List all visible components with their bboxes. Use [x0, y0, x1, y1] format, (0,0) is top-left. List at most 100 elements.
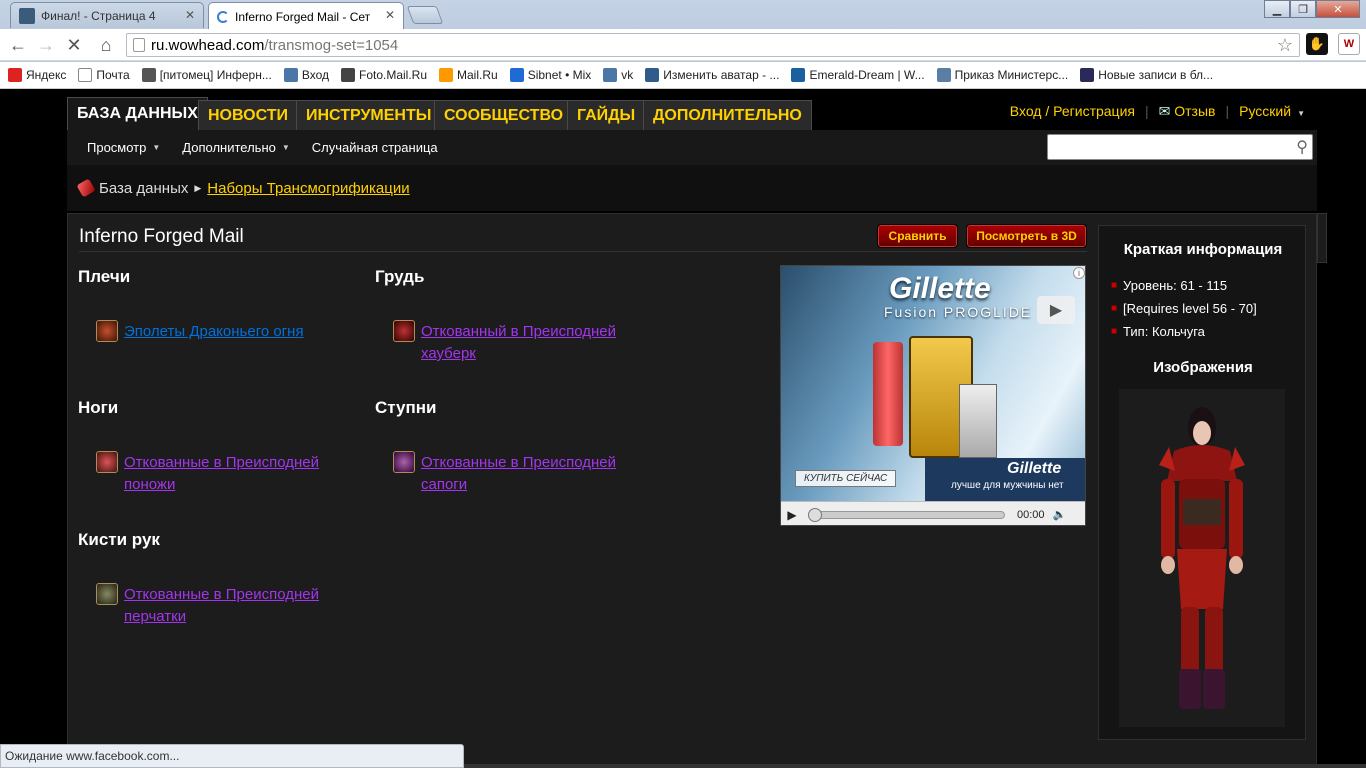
forward-icon[interactable]: → — [34, 34, 58, 56]
stop-icon[interactable]: ✕ — [62, 34, 86, 56]
bookmark-item[interactable]: Яндекс — [8, 68, 66, 82]
bookmark-label: Приказ Министерс... — [954, 68, 1069, 82]
view-3d-button[interactable]: Посмотреть в 3D — [966, 224, 1087, 248]
ad-product: Fusion PROGLIDE — [884, 304, 1033, 320]
item-link[interactable]: Эполеты Драконьего огня — [124, 321, 324, 343]
sibnet-icon — [509, 68, 524, 82]
bookmark-item[interactable]: Mail.Ru — [439, 68, 498, 82]
ad-artwork: Gillette Fusion PROGLIDE ▶ i КУПИТЬ СЕЙЧ… — [781, 266, 1085, 501]
item-link[interactable]: Откованные в Преисподней перчатки — [124, 584, 324, 628]
paw-icon — [141, 68, 156, 82]
menu-random-page[interactable]: Случайная страница — [312, 140, 438, 155]
compare-button[interactable]: Сравнить — [877, 224, 958, 248]
extension-hand-icon[interactable]: ✋ — [1306, 33, 1328, 55]
chest-armor-icon[interactable] — [393, 320, 415, 342]
character-model-image[interactable] — [1119, 389, 1285, 727]
close-tab-icon[interactable]: ✕ — [385, 8, 395, 22]
item-link[interactable]: Откованные в Преисподней сапоги — [421, 452, 621, 496]
bookmark-item[interactable]: Приказ Министерс... — [936, 68, 1069, 82]
tab-database[interactable]: База данных — [67, 97, 208, 130]
chevron-down-icon: ▼ — [152, 143, 161, 152]
product-box-image — [959, 384, 997, 458]
browser-tab-forum[interactable]: Финал! - Страница 4 ✕ — [10, 2, 204, 28]
shoulder-armor-icon[interactable] — [96, 320, 118, 342]
quick-fact-text: Уровень: 61 - 115 — [1123, 278, 1228, 293]
new-tab-button[interactable] — [406, 6, 444, 24]
url-path: /transmog-set=1054 — [264, 36, 399, 54]
browser-tab-active[interactable]: Inferno Forged Mail - Сет ✕ — [208, 2, 404, 30]
breadcrumb-current[interactable]: Наборы Трансмогрификации — [207, 180, 409, 197]
volume-icon[interactable]: 🔈 — [1053, 508, 1067, 521]
home-icon[interactable]: ⌂ — [94, 34, 118, 56]
pg-icon — [936, 68, 951, 82]
bookmark-label: Emerald-Dream | W... — [809, 68, 925, 82]
bookmark-item[interactable]: Изменить аватар - ... — [645, 68, 779, 82]
bookmark-label: Вход — [301, 68, 329, 82]
bullet-icon: ■ — [1111, 326, 1118, 337]
browser-tab-title: Финал! - Страница 4 — [41, 8, 156, 23]
search-icon[interactable]: ⚲ — [1296, 137, 1308, 157]
tab-community[interactable]: Сообщество — [434, 100, 574, 130]
restore-icon[interactable]: ❐ — [1290, 0, 1316, 18]
tab-news[interactable]: Новости — [198, 100, 299, 130]
bookmark-item[interactable]: Почта — [78, 68, 130, 82]
quick-fact-text: Тип: Кольчуга — [1123, 324, 1205, 339]
tab-tools[interactable]: Инструменты — [296, 100, 442, 130]
slot-item-feet: Откованные в Преисподней сапоги — [393, 451, 621, 496]
bookmark-item[interactable]: Вход — [283, 68, 329, 82]
breadcrumb: База данных ▶ Наборы Трансмогрификации — [67, 165, 1317, 211]
minimize-icon[interactable]: ▁ — [1264, 0, 1290, 18]
leg-armor-icon[interactable] — [96, 451, 118, 473]
ad-buy-now[interactable]: КУПИТЬ СЕЙЧАС — [795, 470, 897, 487]
seek-handle[interactable] — [808, 507, 822, 522]
close-tab-icon[interactable]: ✕ — [185, 8, 195, 22]
browser-toolbar: ← → ✕ ⌂ ru.wowhead.com/transmog-set=1054… — [0, 29, 1366, 61]
tab-guides[interactable]: Гайды — [567, 100, 646, 130]
language-label: Русский — [1239, 103, 1292, 119]
language-dropdown[interactable]: Русский ▼ — [1239, 103, 1305, 120]
slot-item-legs: Откованные в Преисподней поножи — [96, 451, 324, 496]
search-input[interactable]: ⚲ — [1047, 134, 1313, 160]
camera-icon — [340, 68, 355, 82]
bookmarks-bar: Яндекс Почта [питомец] Инферн... Вход Foto.M… — [0, 62, 1366, 89]
gloves-icon[interactable] — [96, 583, 118, 605]
side-panel-toggle[interactable] — [1317, 213, 1327, 263]
ad-info-icon[interactable]: i — [1073, 267, 1085, 279]
video-play-icon[interactable]: ▶ — [1037, 296, 1075, 324]
bookmark-item[interactable]: Foto.Mail.Ru — [340, 68, 427, 82]
login-link[interactable]: Вход / Регистрация — [1010, 103, 1135, 120]
bookmark-star-icon[interactable]: ☆ — [1277, 35, 1293, 56]
loading-spinner-icon — [217, 10, 229, 23]
bullet-icon: ■ — [1111, 303, 1118, 314]
boots-icon[interactable] — [393, 451, 415, 473]
window-controls: ▁ ❐ ✕ — [1264, 0, 1360, 18]
bookmark-label: vk — [621, 68, 634, 82]
bookmark-item[interactable]: vk — [603, 68, 633, 82]
item-link[interactable]: Откованный в Преисподней хауберк — [421, 321, 621, 365]
ad-tagline: лучше для мужчины нет — [951, 480, 1064, 491]
menu-browse[interactable]: Просмотр ▼ — [87, 140, 160, 155]
video-advertisement[interactable]: Gillette Fusion PROGLIDE ▶ i КУПИТЬ СЕЙЧ… — [780, 265, 1086, 526]
extension-wowhead-icon[interactable]: W — [1338, 33, 1360, 55]
bookmark-label: Новые записи в бл... — [1098, 68, 1214, 82]
bookmark-item[interactable]: Emerald-Dream | W... — [791, 68, 925, 82]
address-bar[interactable]: ru.wowhead.com/transmog-set=1054 ☆ — [126, 33, 1300, 57]
breadcrumb-root[interactable]: База данных — [99, 180, 188, 197]
video-seek-bar[interactable] — [808, 507, 1005, 522]
slot-item-shoulders: Эполеты Драконьего огня — [96, 320, 324, 343]
feedback-link[interactable]: ✉ Отзыв — [1159, 103, 1216, 120]
bookmark-item[interactable]: [питомец] Инферн... — [141, 68, 272, 82]
back-icon[interactable]: ← — [6, 34, 30, 56]
bookmark-item[interactable]: Новые записи в бл... — [1080, 68, 1213, 82]
url-host: ru.wowhead.com — [151, 36, 265, 54]
images-title: Изображения — [1153, 359, 1253, 376]
item-link[interactable]: Откованные в Преисподней поножи — [124, 452, 324, 496]
slot-item-chest: Откованный в Преисподней хауберк — [393, 320, 621, 365]
slot-heading-feet: Ступни — [375, 398, 437, 417]
menu-more[interactable]: Дополнительно ▼ — [182, 140, 290, 155]
window-close-icon[interactable]: ✕ — [1316, 0, 1360, 18]
bookmark-item[interactable]: Sibnet • Mix — [509, 68, 591, 82]
play-icon[interactable]: ▶ — [781, 508, 803, 522]
tab-more[interactable]: Дополнительно — [643, 100, 812, 130]
divider — [79, 251, 1087, 252]
